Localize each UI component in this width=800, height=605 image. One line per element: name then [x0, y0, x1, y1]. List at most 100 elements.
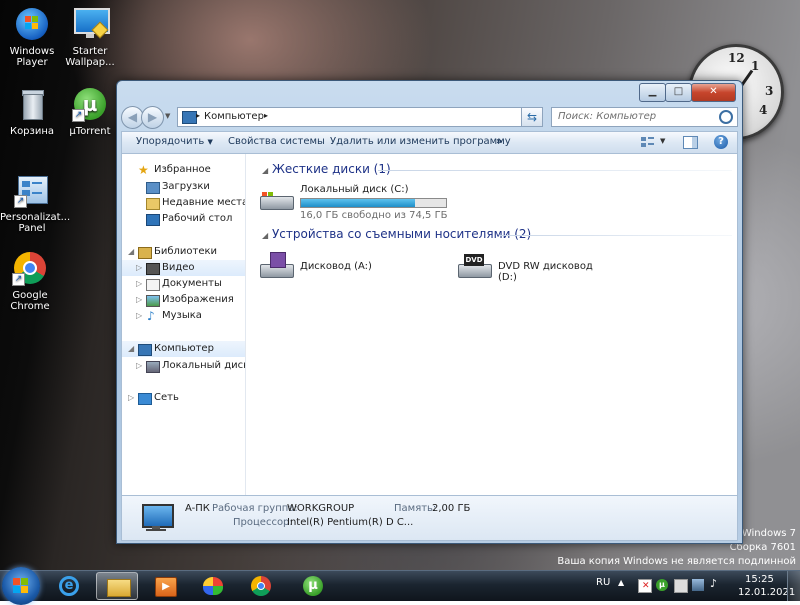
workgroup-value: WORKGROUP — [287, 503, 355, 514]
desktop-icon-label: Starter Wallpap... — [65, 46, 115, 68]
utorrent-icon: µ ↗ — [72, 86, 108, 122]
history-dropdown-icon[interactable]: ▼ — [165, 112, 170, 120]
nav-item-label: Загрузки — [162, 181, 210, 192]
nav-item-computer[interactable]: ◢ Компьютер — [122, 341, 245, 357]
group-header-removable[interactable]: ◢ Устройства со съемными носителями (2) — [262, 227, 732, 241]
memory-value: 2,00 ГБ — [432, 503, 471, 514]
chevron-down-icon: ▼ — [207, 138, 213, 146]
nav-item-recent-places[interactable]: Недавние места — [122, 195, 245, 211]
action-center-alert: ✕ — [642, 581, 650, 591]
system-properties-button[interactable]: Свойства системы — [228, 136, 325, 147]
nav-item-label: Недавние места — [162, 197, 246, 208]
recent-places-icon — [146, 198, 160, 210]
search-input[interactable]: Поиск: Компьютер — [551, 107, 738, 127]
organize-label: Упорядочить — [136, 136, 205, 147]
nav-item-images[interactable]: ▷ Изображения — [122, 292, 245, 308]
preview-pane-button[interactable] — [683, 136, 698, 149]
view-dropdown-icon[interactable]: ▼ — [660, 137, 665, 145]
desktop-icon-utorrent[interactable]: µ ↗ µTorrent — [58, 86, 122, 137]
drive-c-usage-bar — [300, 198, 447, 208]
main-pane: ◢ Жесткие диски (1) Локальный диск (C:) … — [246, 154, 737, 495]
action-center-icon[interactable]: ✕ — [638, 579, 652, 593]
clock-time[interactable]: 15:25 — [745, 574, 774, 585]
navigation-pane: ★ Избранное Загрузки Недавние места Рабо… — [122, 154, 246, 495]
drive-c[interactable]: Локальный диск (C:) 16,0 ГБ свободно из … — [258, 184, 448, 221]
taskbar-chrome[interactable] — [240, 572, 282, 600]
taskbar-media-player[interactable]: ▶ — [144, 572, 186, 600]
taskbar-utorrent[interactable]: µ — [292, 572, 334, 600]
nav-item-label: Видео — [162, 262, 195, 273]
language-indicator[interactable]: RU — [596, 577, 610, 588]
chrome-icon-center — [257, 582, 265, 590]
content-area: ★ Избранное Загрузки Недавние места Рабо… — [121, 153, 738, 496]
desktop-icon-chrome[interactable]: ↗ Google Chrome — [0, 250, 62, 312]
internet-explorer-icon: e — [59, 576, 79, 596]
collapse-arrow-icon: ◢ — [128, 247, 135, 256]
close-button[interactable]: ✕ — [691, 83, 736, 102]
drive-a-floppy[interactable]: Дисковод (A:) — [258, 252, 388, 280]
maximize-icon: □ — [673, 86, 684, 97]
tray-app-icon[interactable] — [674, 579, 688, 593]
nav-item-label: Изображения — [162, 294, 234, 305]
tray-utorrent-icon[interactable]: µ — [656, 579, 668, 591]
media-player-icon: ▶ — [155, 577, 177, 597]
organize-menu[interactable]: Упорядочить ▼ — [136, 136, 213, 147]
desktop-icon-recycle-bin[interactable]: Корзина — [0, 86, 64, 137]
nav-item-music[interactable]: ▷ ♪ Музыка — [122, 308, 245, 324]
tray-expand-icon[interactable]: ▲ — [618, 578, 624, 587]
computer-icon — [138, 344, 152, 356]
navigation-bar: ◀ ▶ ▼ ▸ Компьютер ▸ ▼ ⇆ Поиск: Компьютер — [121, 105, 738, 129]
nav-item-label: Избранное — [154, 164, 211, 175]
volume-icon[interactable]: ♪ — [710, 577, 717, 590]
change-view-button[interactable] — [640, 135, 656, 149]
nav-item-downloads[interactable]: Загрузки — [122, 179, 245, 195]
desktop-icon-label: Корзина — [9, 126, 55, 137]
group-header-label: Устройства со съемными носителями (2) — [271, 227, 532, 241]
more-commands-button[interactable]: » — [496, 136, 502, 147]
breadcrumb-separator-icon: ▸ — [196, 111, 201, 120]
nav-item-favorites[interactable]: ★ Избранное — [122, 162, 245, 178]
windows-logo-quad — [21, 578, 28, 585]
breadcrumb-chevron-icon[interactable]: ▸ — [264, 111, 268, 120]
command-bar: Упорядочить ▼ Свойства системы Удалить и… — [121, 131, 738, 153]
breadcrumb[interactable]: Компьютер — [204, 111, 264, 122]
network-status-icon[interactable] — [692, 579, 704, 591]
group-header-hard-disks[interactable]: ◢ Жесткие диски (1) — [262, 162, 732, 176]
nav-item-desktop[interactable]: Рабочий стол — [122, 211, 245, 227]
drive-d-dvd[interactable]: DVD DVD RW дисковод (D:) — [456, 252, 606, 283]
nav-item-local-disk[interactable]: ▷ Локальный диск (C — [122, 358, 245, 374]
close-icon: ✕ — [709, 86, 718, 97]
windows-player-icon — [14, 6, 50, 42]
downloads-icon — [146, 182, 160, 194]
nav-item-label: Компьютер — [154, 343, 214, 354]
collapse-arrow-icon: ◢ — [128, 344, 135, 353]
nav-item-network[interactable]: ▷ Сеть — [122, 390, 245, 406]
nav-item-label: Документы — [162, 278, 222, 289]
expand-arrow-icon: ▷ — [136, 311, 143, 320]
taskbar-internet-explorer[interactable]: e — [48, 572, 90, 600]
forward-button[interactable]: ▶ — [141, 106, 164, 129]
minimize-button[interactable]: ▁ — [639, 83, 666, 102]
start-button[interactable] — [2, 567, 40, 605]
nav-item-label: Библиотеки — [154, 246, 218, 257]
show-desktop-button[interactable] — [787, 571, 800, 601]
network-icon — [138, 393, 152, 405]
taskbar-paint[interactable] — [192, 572, 234, 600]
refresh-button[interactable]: ⇆ — [521, 107, 543, 127]
taskbar-file-explorer[interactable] — [96, 572, 138, 600]
preview-pane-icon — [692, 137, 697, 148]
nav-item-libraries[interactable]: ◢ Библиотеки — [122, 244, 245, 260]
nav-item-video[interactable]: ▷ Видео — [122, 260, 245, 276]
desktop-icon-windows-player[interactable]: Windows Player — [0, 6, 64, 68]
uninstall-program-button[interactable]: Удалить или изменить программу — [330, 136, 511, 147]
clock-number-4: 4 — [759, 103, 768, 117]
address-bar[interactable]: ▸ Компьютер ▸ ▼ — [177, 107, 543, 127]
explorer-window[interactable]: ▁ □ ✕ ◀ ▶ ▼ ▸ Компьютер ▸ ▼ ⇆ Поиск: Ком… — [116, 80, 743, 544]
nav-item-documents[interactable]: ▷ Документы — [122, 276, 245, 292]
help-icon[interactable]: ? — [714, 135, 728, 149]
desktop-icon-starter-wallpaper[interactable]: Starter Wallpap... — [58, 6, 122, 68]
maximize-button[interactable]: □ — [665, 83, 692, 102]
clock-number-3: 3 — [765, 84, 774, 98]
desktop-icon-personalization[interactable]: ↗ Personalizat... Panel — [0, 172, 70, 234]
search-icon[interactable] — [719, 110, 733, 124]
